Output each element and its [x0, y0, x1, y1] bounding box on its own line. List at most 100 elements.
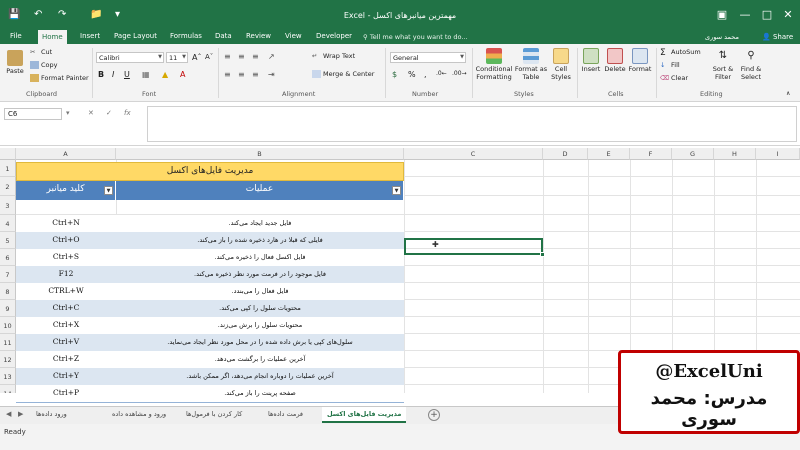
row-header[interactable]: 2	[0, 177, 16, 196]
collapse-ribbon-icon[interactable]: ∧	[786, 90, 790, 97]
row-header[interactable]: 7	[0, 266, 16, 283]
underline-icon[interactable]: U	[124, 70, 130, 79]
borders-icon[interactable]: ▦	[142, 70, 150, 79]
filter-dropdown-icon[interactable]: ▼	[104, 186, 113, 195]
sheet-tab-format[interactable]: فرمت داده‌ها	[268, 410, 303, 418]
column-header-i[interactable]: I	[756, 148, 800, 160]
fill-handle[interactable]	[540, 252, 545, 257]
wrap-text-button[interactable]: ↵ Wrap Text	[312, 52, 355, 60]
italic-icon[interactable]: I	[112, 70, 114, 79]
clear-button[interactable]: ⌫ Clear	[660, 74, 688, 82]
shrink-font-icon[interactable]: Aˇ	[205, 53, 213, 61]
shortcut-key-cell[interactable]: Ctrl+Z	[16, 351, 116, 368]
column-header-h[interactable]: H	[714, 148, 756, 160]
decrease-decimal-icon[interactable]: .00→	[452, 70, 467, 77]
tab-data[interactable]: Data	[215, 32, 232, 40]
operation-cell[interactable]: فایل جدید ایجاد می‌کند.	[116, 215, 404, 232]
column-header-c[interactable]: C	[404, 148, 543, 160]
cut-button[interactable]: ✂ Cut	[30, 48, 52, 56]
row-header[interactable]: 10	[0, 317, 16, 334]
sheet-prev-icon[interactable]: ◀	[6, 410, 11, 418]
shortcut-key-cell[interactable]: Ctrl+V	[16, 334, 116, 351]
cell-styles-button[interactable]: Cell Styles	[548, 48, 574, 81]
grow-font-icon[interactable]: Aˆ	[192, 53, 201, 62]
operation-cell[interactable]: فایل فعال را می‌بندد.	[116, 283, 404, 300]
merge-center-button[interactable]: Merge & Center	[312, 70, 374, 78]
operation-cell[interactable]: آخرین عملیات را دوباره انجام می‌دهد، اگر…	[116, 368, 404, 385]
indent-icon[interactable]: ⇥	[268, 70, 275, 79]
sheet-next-icon[interactable]: ▶	[18, 410, 23, 418]
copy-button[interactable]: Copy	[30, 61, 58, 69]
fill-button[interactable]: ↓ Fill	[660, 61, 680, 69]
column-header-g[interactable]: G	[672, 148, 714, 160]
row-header[interactable]: 1	[0, 160, 16, 177]
table-title-cell[interactable]: مدیریت فایل‌های اکسل	[16, 162, 404, 181]
shortcut-key-cell[interactable]: Ctrl+Y	[16, 368, 116, 385]
formula-input[interactable]	[147, 106, 797, 142]
tab-view[interactable]: View	[285, 32, 302, 40]
maximize-icon[interactable]: □	[757, 8, 777, 21]
share-button[interactable]: 👤 Share	[762, 33, 793, 41]
row-header[interactable]: 5	[0, 232, 16, 249]
row-header[interactable]: 12	[0, 351, 16, 368]
column-header-f[interactable]: F	[630, 148, 672, 160]
name-box[interactable]: C6	[4, 108, 62, 120]
filter-dropdown-icon[interactable]: ▼	[392, 186, 401, 195]
sheet-tab-view-data[interactable]: ورود و مشاهده داده	[112, 410, 166, 418]
currency-icon[interactable]: $	[392, 70, 397, 79]
tab-developer[interactable]: Developer	[316, 32, 352, 40]
tab-review[interactable]: Review	[246, 32, 271, 40]
shortcut-key-cell[interactable]: Ctrl+X	[16, 317, 116, 334]
autosum-button[interactable]: Σ AutoSum	[660, 48, 701, 58]
row-header[interactable]: 8	[0, 283, 16, 300]
font-name-combo[interactable]: Calibri ▼	[96, 52, 164, 63]
sheet-tab-file-management[interactable]: مدیریت فایل‌های اکسل	[322, 407, 407, 423]
shortcut-key-cell[interactable]: Ctrl+N	[16, 215, 116, 232]
operation-cell[interactable]: فایلی که قبلا در هارد ذخیره شده را باز م…	[116, 232, 404, 249]
shortcut-key-cell[interactable]: F12	[16, 266, 116, 283]
delete-cells-button[interactable]: Delete	[604, 48, 626, 74]
column-header-e[interactable]: E	[588, 148, 630, 160]
align-center-icon[interactable]: ≡	[238, 70, 245, 79]
font-size-combo[interactable]: 11 ▼	[166, 52, 188, 63]
row-header[interactable]: 13	[0, 368, 16, 385]
align-middle-icon[interactable]: ≡	[238, 52, 245, 61]
ribbon-display-icon[interactable]: ▣	[712, 8, 732, 21]
tell-me-box[interactable]: ⚲ Tell me what you want to do...	[363, 33, 468, 41]
format-painter-button[interactable]: Format Painter	[30, 74, 89, 82]
shortcut-key-cell[interactable]: Ctrl+C	[16, 300, 116, 317]
row-header[interactable]: 6	[0, 249, 16, 266]
column-header-d[interactable]: D	[543, 148, 588, 160]
name-box-dropdown-icon[interactable]: ▾	[66, 109, 70, 117]
tab-file[interactable]: File	[10, 32, 22, 40]
shortcut-key-cell[interactable]: Ctrl+P	[16, 385, 116, 402]
insert-cells-button[interactable]: Insert	[580, 48, 602, 74]
row-header[interactable]: 3	[0, 196, 16, 215]
operation-cell[interactable]: آخرین عملیات را برگشت می‌دهد.	[116, 351, 404, 368]
header-cell-shortcut[interactable]: کلید میانبر ▼	[16, 181, 116, 200]
active-cell-selection[interactable]: ✚	[404, 238, 545, 257]
row-header[interactable]: 9	[0, 300, 16, 317]
conditional-formatting-button[interactable]: Conditional Formatting	[474, 48, 514, 81]
operation-cell[interactable]: فایل اکسل فعال را ذخیره می‌کند.	[116, 249, 404, 266]
align-bottom-icon[interactable]: ≡	[252, 52, 259, 61]
operation-cell[interactable]: فایل موجود را در فرمت مورد نظر ذخیره می‌…	[116, 266, 404, 283]
font-color-icon[interactable]: A	[180, 70, 185, 79]
tab-page-layout[interactable]: Page Layout	[114, 32, 157, 40]
column-header-a[interactable]: A	[16, 148, 116, 160]
sheet-tab-data-entry[interactable]: ورود داده‌ها	[36, 410, 67, 418]
operation-cell[interactable]: محتویات سلول را برش می‌زند.	[116, 317, 404, 334]
add-sheet-button[interactable]: +	[428, 409, 440, 421]
select-all-corner[interactable]	[0, 148, 16, 160]
operation-cell[interactable]: سلول‌های کپی یا برش داده شده را در محل م…	[116, 334, 404, 351]
find-select-button[interactable]: ⚲ Find & Select	[738, 48, 764, 81]
tab-formulas[interactable]: Formulas	[170, 32, 202, 40]
close-icon[interactable]: ✕	[778, 8, 798, 21]
shortcut-key-cell[interactable]: Ctrl+S	[16, 249, 116, 266]
tab-home[interactable]: Home	[38, 30, 67, 44]
column-header-b[interactable]: B	[116, 148, 404, 160]
increase-decimal-icon[interactable]: .0←	[436, 70, 447, 77]
operation-cell[interactable]: محتویات سلول را کپی می‌کند.	[116, 300, 404, 317]
sheet-tab-formulas[interactable]: کار کردن با فرمول‌ها	[186, 410, 242, 418]
insert-function-icon[interactable]: fx	[124, 109, 131, 117]
